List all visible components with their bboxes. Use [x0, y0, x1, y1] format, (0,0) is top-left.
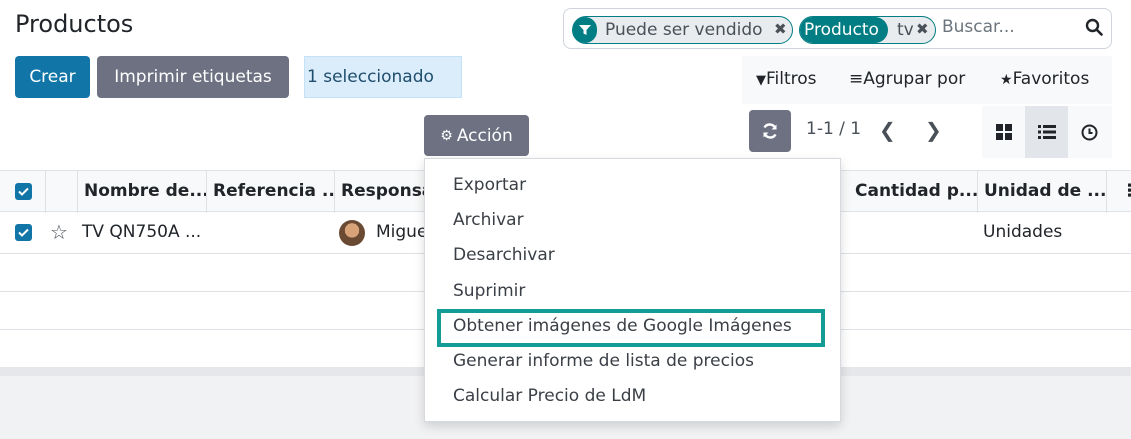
menu-item-pricelist-report[interactable]: Generar informe de lista de precios [453, 351, 754, 371]
check-icon [18, 228, 29, 237]
refresh-button[interactable] [749, 110, 791, 152]
menu-item-unarchive[interactable]: Desarchivar [453, 245, 555, 265]
product-name-cell[interactable]: TV QN750A ... [82, 222, 201, 242]
column-header-reference[interactable]: Referencia ... [207, 171, 335, 213]
filter-icon [573, 17, 597, 43]
search-icon[interactable] [1085, 18, 1105, 40]
action-button[interactable]: ⚙ Acción [424, 115, 529, 156]
selection-counter: 1 seleccionado [304, 56, 462, 98]
select-all-cell[interactable] [0, 171, 46, 213]
menu-item-compute-bom-price[interactable]: Calcular Precio de LdM [453, 386, 646, 406]
dots-vertical-icon: ⋮ [1121, 181, 1131, 201]
action-label: Acción [456, 125, 513, 146]
select-all-checkbox[interactable] [15, 183, 32, 200]
group-by-button[interactable]: ≡Agrupar por [849, 69, 965, 89]
unit-cell[interactable]: Unidades [983, 222, 1062, 242]
facet-tag: Producto [800, 17, 888, 43]
remove-facet-icon[interactable]: ✖ [774, 20, 787, 38]
star-icon[interactable]: ☆ [50, 220, 68, 244]
kanban-view-button[interactable] [982, 106, 1025, 158]
favorite-column-header [46, 171, 78, 213]
bars-icon: ≡ [849, 69, 864, 89]
group-by-label: Agrupar por [863, 69, 966, 89]
column-header-quantity[interactable]: Cantidad p... [849, 171, 978, 213]
filters-label: Filtros [766, 69, 817, 89]
remove-facet-icon[interactable]: ✖ [916, 20, 929, 38]
search-input[interactable] [942, 17, 1072, 37]
facet-label: Puede ser vendido [605, 20, 763, 40]
pager-value[interactable]: 1-1 / 1 [806, 119, 861, 139]
create-button[interactable]: Crear [15, 56, 90, 98]
chevron-left-icon[interactable]: ❮ [879, 118, 896, 142]
filter-icon: ▼ [756, 73, 766, 88]
clock-icon [1081, 124, 1098, 140]
highlight-box [437, 309, 825, 347]
page-title: Productos [15, 10, 134, 38]
avatar [339, 220, 365, 246]
view-switcher [982, 106, 1112, 158]
optional-columns-toggle[interactable]: ⋮ [1107, 171, 1131, 213]
check-icon [18, 187, 29, 196]
menu-item-export[interactable]: Exportar [453, 175, 526, 195]
filters-button[interactable]: ▼Filtros [756, 69, 817, 89]
responsible-cell[interactable]: Migue [376, 222, 427, 242]
activity-view-button[interactable] [1068, 106, 1111, 158]
chevron-right-icon[interactable]: ❯ [925, 118, 942, 142]
gear-icon: ⚙ [440, 127, 453, 144]
star-icon: ★ [1000, 72, 1013, 88]
favorites-button[interactable]: ★Favoritos [1000, 69, 1089, 89]
grid-icon [995, 124, 1012, 140]
print-labels-button[interactable]: Imprimir etiquetas [97, 56, 289, 98]
list-view-button[interactable] [1025, 106, 1068, 158]
favorites-label: Favoritos [1012, 69, 1090, 89]
list-icon [1037, 125, 1056, 139]
column-header-name[interactable]: Nombre de... [78, 171, 207, 213]
row-checkbox[interactable] [15, 224, 32, 241]
filter-facet-puede-ser-vendido[interactable]: Puede ser vendido ✖ [572, 16, 793, 44]
menu-item-delete[interactable]: Suprimir [453, 281, 525, 301]
facet-value: tv [897, 20, 914, 40]
refresh-icon [763, 123, 777, 139]
action-dropdown-menu: Exportar Archivar Desarchivar Suprimir O… [424, 158, 841, 422]
menu-item-archive[interactable]: Archivar [453, 210, 524, 230]
search-options-bar: ▼Filtros ≡Agrupar por ★Favoritos [742, 56, 1112, 104]
search-bar[interactable]: Puede ser vendido ✖ Producto tv ✖ [563, 8, 1112, 49]
search-facet-producto[interactable]: Producto tv ✖ [799, 16, 936, 44]
column-header-unit[interactable]: Unidad de ... [978, 171, 1107, 213]
